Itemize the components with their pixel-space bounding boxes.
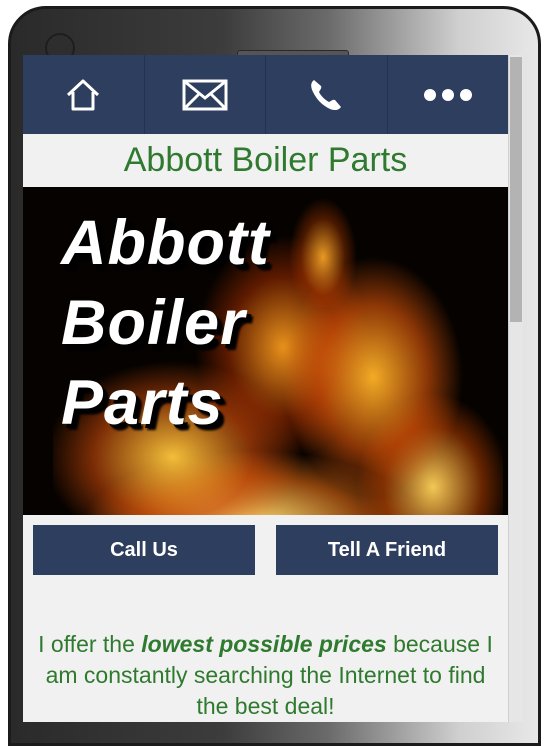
hero-line-1: Abbott (61, 208, 270, 278)
hero-line-3: Parts (61, 368, 224, 438)
action-buttons: Call Us Tell A Friend (23, 515, 508, 575)
nav-home[interactable] (23, 55, 145, 134)
nav-mail[interactable] (145, 55, 266, 134)
tell-a-friend-button[interactable]: Tell A Friend (276, 525, 498, 575)
phone-icon (311, 79, 342, 110)
hero-line-2: Boiler (61, 288, 246, 358)
intro-paragraph: I offer the lowest possible prices becau… (33, 629, 498, 722)
top-nav-bar (23, 55, 508, 134)
scrollbar-thumb[interactable] (510, 57, 522, 322)
intro-emphasis: lowest possible prices (141, 631, 387, 657)
fire-background-top (263, 187, 383, 307)
site-title: Abbott Boiler Parts (23, 134, 508, 187)
hero-image: Abbott Boiler Parts (23, 187, 508, 515)
home-icon (67, 79, 100, 110)
hero-logo-text: Abbott Boiler Parts (61, 203, 270, 443)
call-us-button[interactable]: Call Us (33, 525, 255, 575)
mail-icon (182, 79, 228, 110)
more-dots-icon (423, 88, 472, 101)
mobile-screen: Abbott Boiler Parts Abbott Boiler Parts … (23, 55, 508, 722)
nav-phone[interactable] (266, 55, 388, 134)
intro-prefix: I offer the (38, 631, 142, 657)
scrollbar[interactable] (508, 55, 523, 722)
nav-more[interactable] (388, 55, 509, 134)
